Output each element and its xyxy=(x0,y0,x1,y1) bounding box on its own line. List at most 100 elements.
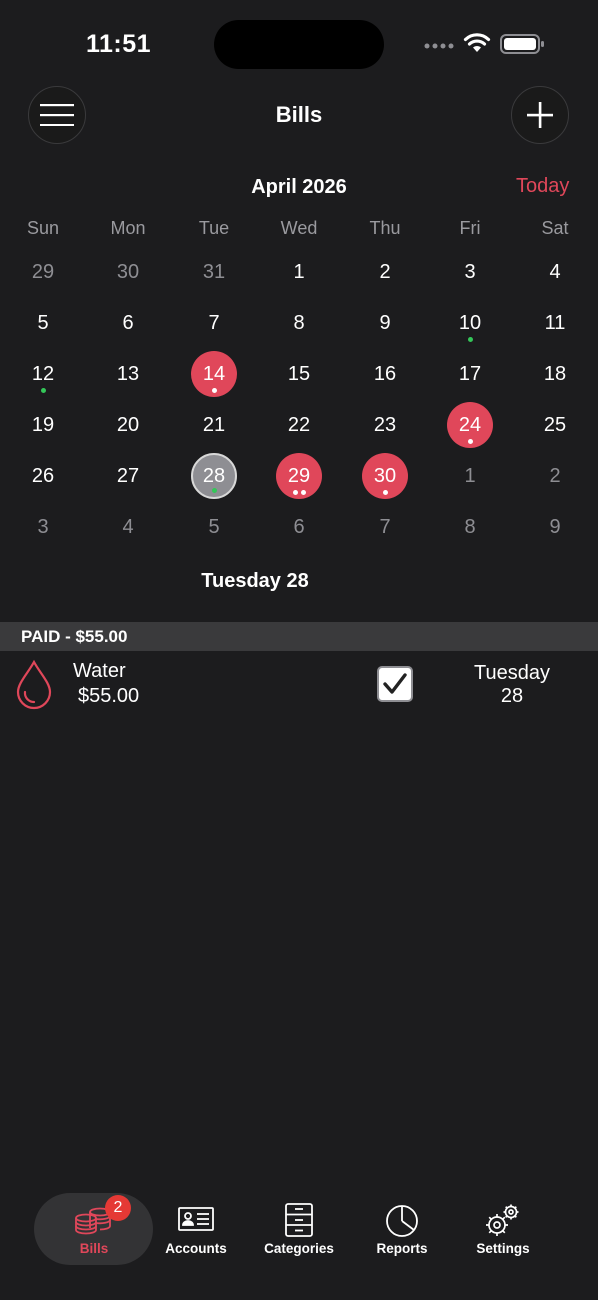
tab-bills[interactable]: 2 Bills xyxy=(39,1195,149,1260)
calendar-day-number: 6 xyxy=(293,515,305,538)
weekday-label: Tue xyxy=(198,218,230,238)
due-dot xyxy=(292,490,298,495)
calendar-day-number: 22 xyxy=(287,413,311,436)
weekday-label: Sat xyxy=(541,218,569,238)
tab-categories[interactable]: Categories xyxy=(244,1200,354,1260)
calendar-day[interactable]: 9 xyxy=(362,300,408,346)
bill-name[interactable]: Water xyxy=(73,660,126,683)
calendar-day[interactable]: 3 xyxy=(20,504,66,550)
calendar-day[interactable]: 8 xyxy=(276,300,322,346)
calendar-day[interactable]: 4 xyxy=(532,249,578,295)
calendar-day[interactable]: 16 xyxy=(362,351,408,397)
calendar-day[interactable]: 30 xyxy=(105,249,151,295)
calendar-day-number: 5 xyxy=(37,311,49,334)
calendar-day-number: 19 xyxy=(31,413,55,436)
due-dot xyxy=(467,439,473,444)
calendar-day[interactable]: 29 xyxy=(276,453,322,499)
calendar-day-number: 31 xyxy=(202,260,226,283)
calendar-day[interactable]: 3 xyxy=(447,249,493,295)
calendar-day[interactable]: 9 xyxy=(532,504,578,550)
tab-settings-label: Settings xyxy=(476,1241,530,1256)
calendar-day[interactable]: 30 xyxy=(362,453,408,499)
calendar-day[interactable]: 4 xyxy=(105,504,151,550)
calendar-day-number: 3 xyxy=(464,260,476,283)
calendar-day[interactable]: 14 xyxy=(191,351,237,397)
paid-dot xyxy=(211,488,217,493)
calendar-day[interactable]: 2 xyxy=(362,249,408,295)
calendar-day[interactable]: 26 xyxy=(20,453,66,499)
water-drop-icon xyxy=(16,659,52,710)
calendar-day-number: 16 xyxy=(373,362,397,385)
due-dot xyxy=(211,388,217,393)
calendar-day[interactable]: 23 xyxy=(362,402,408,448)
calendar-day[interactable]: 28 xyxy=(191,453,237,499)
paid-dot xyxy=(40,388,46,393)
due-dot xyxy=(300,490,306,495)
calendar-day-number: 29 xyxy=(31,260,55,283)
bill-indicator-dots xyxy=(276,490,322,495)
calendar-day[interactable]: 1 xyxy=(447,453,493,499)
calendar-day[interactable]: 24 xyxy=(447,402,493,448)
calendar-day[interactable]: 7 xyxy=(362,504,408,550)
paid-checkbox[interactable] xyxy=(377,666,413,702)
calendar-day-number: 12 xyxy=(31,362,55,385)
calendar-day[interactable]: 11 xyxy=(532,300,578,346)
calendar-day[interactable]: 8 xyxy=(447,504,493,550)
calendar-day[interactable]: 19 xyxy=(20,402,66,448)
calendar-day-number: 9 xyxy=(549,515,561,538)
bill-indicator-dots xyxy=(193,488,235,493)
calendar-day[interactable]: 5 xyxy=(20,300,66,346)
calendar-day[interactable]: 1 xyxy=(276,249,322,295)
calendar-day-number: 11 xyxy=(544,311,566,334)
month-label: April 2026 xyxy=(251,176,347,198)
bill-indicator-dots xyxy=(191,388,237,393)
selected-day-title: Tuesday 28 xyxy=(201,570,309,592)
calendar-day[interactable]: 22 xyxy=(276,402,322,448)
weekday-header: Sun Mon Tue Wed Thu Fri Sat xyxy=(0,218,598,242)
calendar-day-number: 17 xyxy=(458,362,482,385)
calendar-day[interactable]: 17 xyxy=(447,351,493,397)
calendar-day[interactable]: 5 xyxy=(191,504,237,550)
calendar-day-number: 6 xyxy=(122,311,134,334)
calendar-day[interactable]: 2 xyxy=(532,453,578,499)
calendar-day-number: 18 xyxy=(543,362,567,385)
tab-reports[interactable]: Reports xyxy=(347,1200,457,1260)
calendar-day[interactable]: 25 xyxy=(532,402,578,448)
calendar-day-number: 30 xyxy=(116,260,140,283)
calendar-day[interactable]: 13 xyxy=(105,351,151,397)
calendar-day-number: 27 xyxy=(116,464,140,487)
categories-cabinet-icon xyxy=(285,1203,313,1237)
calendar-day[interactable]: 10 xyxy=(447,300,493,346)
calendar-day[interactable]: 29 xyxy=(20,249,66,295)
calendar-day-number: 7 xyxy=(208,311,220,334)
add-bill-button[interactable] xyxy=(511,86,569,144)
settings-gears-icon xyxy=(486,1204,519,1236)
calendar-day-number: 7 xyxy=(379,515,391,538)
bill-due-date: Tuesday 28 xyxy=(452,662,572,708)
calendar-day-number: 3 xyxy=(37,515,49,538)
dynamic-island xyxy=(214,20,384,69)
calendar-day-number: 21 xyxy=(202,413,226,436)
calendar-day[interactable]: 21 xyxy=(191,402,237,448)
weekday-label: Mon xyxy=(110,218,146,238)
wifi-icon xyxy=(463,33,491,52)
calendar-day[interactable]: 27 xyxy=(105,453,151,499)
bill-amount: $55.00 xyxy=(78,685,140,707)
bills-badge: 2 xyxy=(105,1195,131,1221)
calendar-day-number: 4 xyxy=(122,515,134,538)
today-button[interactable]: Today xyxy=(516,175,569,198)
calendar-day[interactable]: 12 xyxy=(20,351,66,397)
calendar-day-number: 5 xyxy=(208,515,220,538)
calendar-day[interactable]: 15 xyxy=(276,351,322,397)
calendar-day[interactable]: 18 xyxy=(532,351,578,397)
calendar-day[interactable]: 7 xyxy=(191,300,237,346)
calendar-day[interactable]: 20 xyxy=(105,402,151,448)
calendar-day-number: 25 xyxy=(543,413,567,436)
calendar-day[interactable]: 6 xyxy=(105,300,151,346)
bill-indicator-dots xyxy=(20,388,66,393)
calendar-day[interactable]: 6 xyxy=(276,504,322,550)
tab-settings[interactable]: Settings xyxy=(448,1200,558,1260)
calendar-day-number: 9 xyxy=(379,311,391,334)
tab-accounts[interactable]: Accounts xyxy=(141,1200,251,1260)
calendar-day[interactable]: 31 xyxy=(191,249,237,295)
